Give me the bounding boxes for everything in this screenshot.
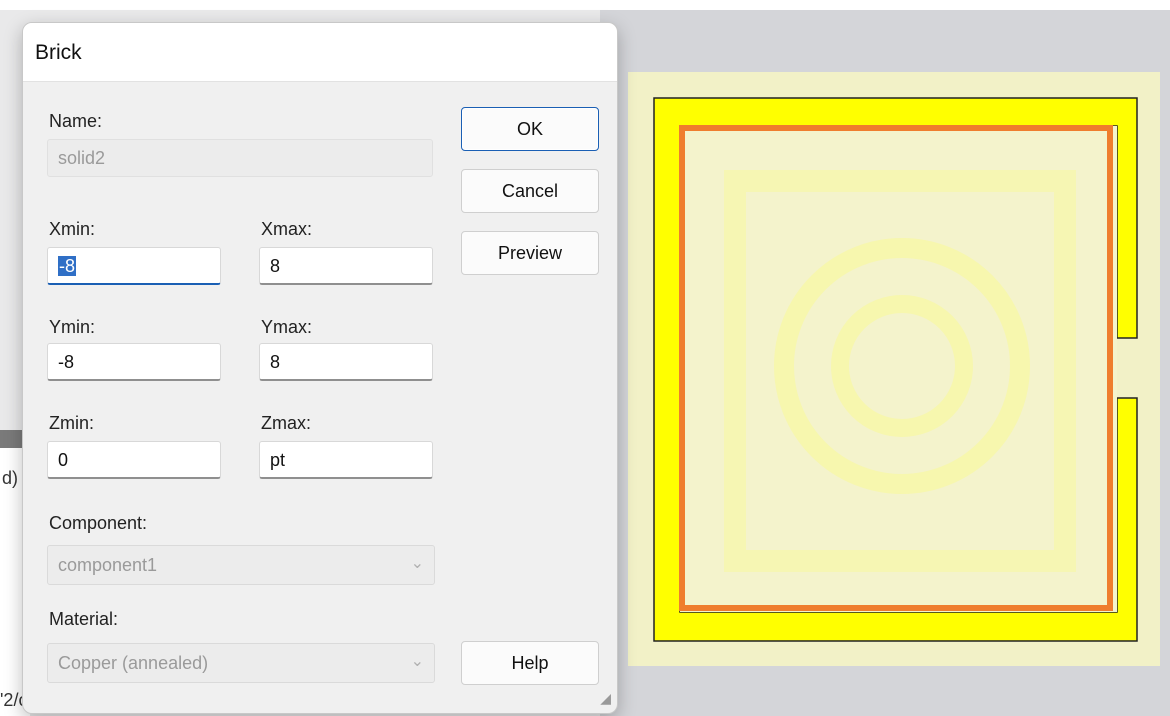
- ok-button[interactable]: OK: [461, 107, 599, 151]
- dialog-title-bar[interactable]: Brick: [23, 23, 617, 82]
- name-field: solid2: [47, 139, 433, 177]
- chevron-down-icon: ⌄: [410, 555, 424, 572]
- xmax-label: Xmax:: [261, 219, 313, 239]
- component-dropdown: component1 ⌄: [47, 545, 435, 585]
- cancel-button[interactable]: Cancel: [461, 169, 599, 213]
- zmax-label: Zmax:: [261, 413, 312, 433]
- xmin-value: -8: [58, 256, 77, 276]
- brick-dialog: Brick Name: solid2 OK Cancel Preview Xmi…: [22, 22, 618, 714]
- zmax-field[interactable]: pt: [259, 441, 433, 479]
- ymax-field[interactable]: 8: [259, 343, 433, 381]
- xmin-field[interactable]: -8: [47, 247, 221, 285]
- ymin-label: Ymin:: [49, 317, 96, 337]
- left-panel-text: d): [2, 468, 19, 488]
- material-dropdown: Copper (annealed) ⌄: [47, 643, 435, 683]
- component-label: Component:: [49, 513, 148, 533]
- ymin-field[interactable]: -8: [47, 343, 221, 381]
- xmax-field[interactable]: 8: [259, 247, 433, 285]
- preview-button[interactable]: Preview: [461, 231, 599, 275]
- resize-grip-icon[interactable]: ◢: [600, 690, 611, 707]
- material-label: Material:: [49, 609, 119, 629]
- xmin-label: Xmin:: [49, 219, 96, 239]
- chevron-down-icon: ⌄: [410, 653, 424, 670]
- ymax-label: Ymax:: [261, 317, 313, 337]
- material-value: Copper (annealed): [58, 653, 209, 673]
- name-label: Name:: [49, 111, 103, 131]
- model-view[interactable]: [640, 86, 1150, 646]
- component-value: component1: [58, 555, 158, 575]
- dialog-title: Brick: [35, 41, 82, 64]
- top-strip: [0, 0, 1170, 10]
- help-button[interactable]: Help: [461, 641, 599, 685]
- zmin-label: Zmin:: [49, 413, 94, 433]
- zmin-field[interactable]: 0: [47, 441, 221, 479]
